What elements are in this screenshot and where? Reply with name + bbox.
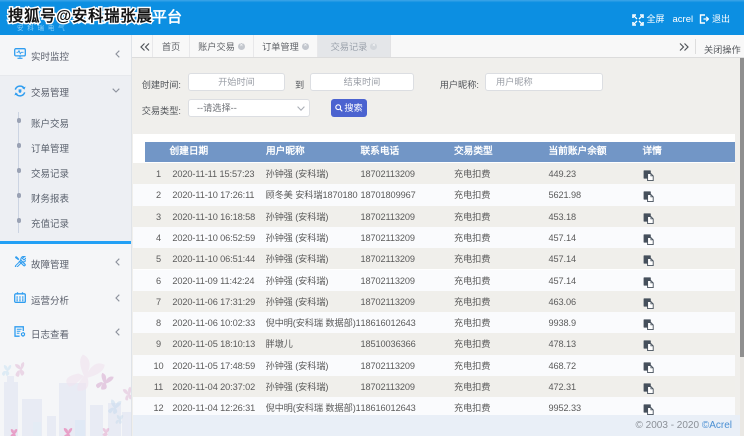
svg-text:搜狐号@安科瑞张晨: 搜狐号@安科瑞张晨 — [8, 7, 153, 25]
